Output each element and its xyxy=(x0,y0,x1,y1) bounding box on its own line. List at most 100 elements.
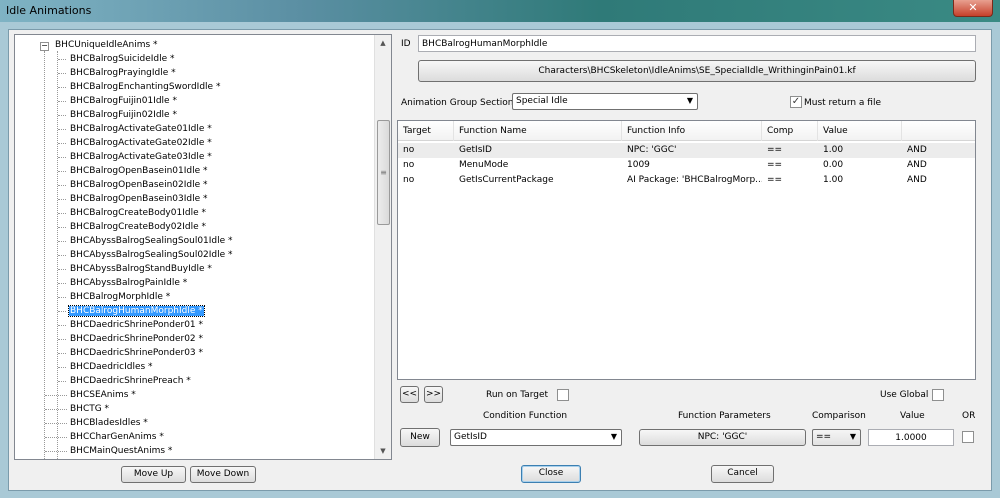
table-row[interactable]: no MenuMode 1009 == 0.00 AND xyxy=(398,158,975,173)
tree-item[interactable]: BHCDaedricIdles * xyxy=(69,361,154,374)
run-on-target-checkbox[interactable] xyxy=(557,389,569,401)
tree-connector xyxy=(58,171,66,172)
tree-item[interactable]: BHCAbyssBalrogSealingSoul01Idle * xyxy=(69,235,234,248)
table-cell: no xyxy=(403,145,415,155)
tree-item-label: BHCUniqueIdleAnims * xyxy=(55,40,158,50)
previous-condition-button[interactable]: << xyxy=(400,386,419,403)
comparison-label: Comparison xyxy=(812,411,866,421)
tree-item[interactable]: BHCTG * xyxy=(69,403,110,416)
must-return-checkbox[interactable]: ✓ xyxy=(790,96,802,108)
tree-item[interactable]: BHCCharGenAnims * xyxy=(69,431,165,444)
value-field[interactable]: 1.0000 xyxy=(868,429,954,446)
tree-item[interactable]: BHCDaedricShrinePreach * xyxy=(69,375,192,388)
next-condition-button[interactable]: >> xyxy=(424,386,443,403)
tree-item-label: BHCDaedricIdles * xyxy=(70,362,153,372)
window-close-button[interactable]: ✕ xyxy=(953,0,993,17)
scroll-up-icon[interactable]: ▲ xyxy=(375,35,391,51)
column-header-target[interactable]: Target xyxy=(398,121,454,141)
group-section-select[interactable]: Special Idle ▼ xyxy=(512,93,698,110)
tree-connector xyxy=(45,395,67,396)
tree-item-label: BHCBalrogOpenBasein02Idle * xyxy=(70,180,208,190)
table-cell: == xyxy=(767,145,783,155)
tree-item-label: BHCAbyssBalrogSealingSoul02Idle * xyxy=(70,250,233,260)
tree-item[interactable]: BHCBalrogFuijin02Idle * xyxy=(69,109,178,122)
tree-item-label: BHCBalrogSuicideIdle * xyxy=(70,54,175,64)
use-global-checkbox[interactable] xyxy=(932,389,944,401)
close-button[interactable]: Close xyxy=(521,465,581,483)
conditions-table[interactable]: Target Function Name Function Info Comp … xyxy=(397,120,976,380)
tree-connector xyxy=(58,185,66,186)
tree-item-label: BHCMainQuestAnims * xyxy=(70,446,173,456)
tree-connector xyxy=(58,339,66,340)
tree-connector xyxy=(44,51,45,459)
column-header-comp[interactable]: Comp xyxy=(762,121,818,141)
table-cell: GetIsID xyxy=(459,145,492,155)
table-row[interactable]: no GetIsCurrentPackage AI Package: 'BHCBal… xyxy=(398,173,975,188)
tree-connector xyxy=(58,325,66,326)
tree-item[interactable]: BHCAbyssBalrogStandBuyIdle * xyxy=(69,263,213,276)
scroll-down-icon[interactable]: ▼ xyxy=(375,443,391,459)
use-global-label: Use Global xyxy=(880,390,929,400)
tree-item[interactable]: BHCBalrogMorphIdle * xyxy=(69,291,171,304)
tree-item-label: BHCBalrogMorphIdle * xyxy=(70,292,171,302)
tree-item[interactable]: BHCBalrogActivateGate02Idle * xyxy=(69,137,213,150)
tree-item[interactable]: BHCAbyssBalrogPainIdle * xyxy=(69,277,188,290)
tree-item[interactable]: BHCBalrogOpenBasein01Idle * xyxy=(69,165,209,178)
tree-item[interactable]: BHCBalrogFuijin01Idle * xyxy=(69,95,178,108)
table-cell: GetIsCurrentPackage xyxy=(459,175,554,185)
tree-item[interactable]: BHCBalrogPrayingIdle * xyxy=(69,67,177,80)
tree-item[interactable]: BHCDaedricShrinePonder02 * xyxy=(69,333,204,346)
table-cell: 1009 xyxy=(627,160,650,170)
column-header-conjunction[interactable] xyxy=(902,121,975,141)
tree-item[interactable]: BHCBalrogEnchantingSwordIdle * xyxy=(69,81,221,94)
table-row[interactable]: no GetIsID NPC: 'GGC' == 1.00 AND xyxy=(398,143,975,158)
column-header-value[interactable]: Value xyxy=(818,121,902,141)
tree-item[interactable]: BHCSEAnims * xyxy=(69,389,137,402)
tree-item[interactable]: BHCBalrogSuicideIdle * xyxy=(69,53,176,66)
condition-function-select[interactable]: GetIsID ▼ xyxy=(450,429,622,446)
tree-item[interactable]: BHCBalrogActivateGate01Idle * xyxy=(69,123,213,136)
cancel-button[interactable]: Cancel xyxy=(711,465,774,483)
tree-item-label: BHCAbyssBalrogSealingSoul01Idle * xyxy=(70,236,233,246)
tree-connector xyxy=(58,311,66,312)
tree-item[interactable]: BHCBalrogCreateBody01Idle * xyxy=(69,207,207,220)
or-checkbox[interactable] xyxy=(962,431,974,443)
tree-item-label: BHCBalrogActivateGate01Idle * xyxy=(70,124,212,134)
function-parameters-button[interactable]: NPC: 'GGC' xyxy=(639,429,806,446)
column-header-function-name[interactable]: Function Name xyxy=(454,121,622,141)
move-up-button[interactable]: Move Up xyxy=(121,466,186,483)
idle-animation-tree[interactable]: − BHCUniqueIdleAnims * BHCBalrogSuicideI… xyxy=(14,34,392,460)
conditions-header: Target Function Name Function Info Comp … xyxy=(398,121,975,141)
animation-file-button[interactable]: Characters\BHCSkeleton\IdleAnims\SE_Spec… xyxy=(418,60,976,82)
chevron-down-icon: ▼ xyxy=(686,96,693,105)
tree-item-label: BHCCharGenAnims * xyxy=(70,432,164,442)
tree-connector xyxy=(58,353,66,354)
condition-function-label: Condition Function xyxy=(483,411,568,421)
comparison-select[interactable]: == ▼ xyxy=(812,429,861,446)
tree-item[interactable]: BHCBladesIdles * xyxy=(69,417,149,430)
table-cell: AND xyxy=(907,145,927,155)
tree-item[interactable]: BHCAbyssBalrogSealingSoul02Idle * xyxy=(69,249,234,262)
table-cell: MenuMode xyxy=(459,160,509,170)
tree-item[interactable]: BHCBalrogCreateBody02Idle * xyxy=(69,221,207,234)
tree-scrollbar[interactable]: ▲ ≡ ▼ xyxy=(374,35,391,459)
tree-root-item[interactable]: BHCUniqueIdleAnims * xyxy=(54,39,159,52)
tree-item[interactable]: BHCDaedricShrinePonder01 * xyxy=(69,319,204,332)
scroll-thumb[interactable]: ≡ xyxy=(377,120,390,225)
id-field[interactable]: BHCBalrogHumanMorphIdle xyxy=(418,35,976,52)
tree-item[interactable]: BHCDaedricShrinePonder03 * xyxy=(69,347,204,360)
tree-item[interactable]: BHCBalrogOpenBasein02Idle * xyxy=(69,179,209,192)
tree-item[interactable]: BHCMainQuestAnims * xyxy=(69,445,173,458)
column-header-function-info[interactable]: Function Info xyxy=(622,121,762,141)
tree-connector xyxy=(58,157,66,158)
tree-connector xyxy=(45,437,67,438)
tree-item[interactable]: BHCBalrogHumanMorphIdle * xyxy=(68,305,205,318)
tree-item[interactable]: BHCBalrogOpenBasein03Idle * xyxy=(69,193,209,206)
tree-item[interactable]: BHCBalrogActivateGate03Idle * xyxy=(69,151,213,164)
move-down-button[interactable]: Move Down xyxy=(190,466,256,483)
must-return-label: Must return a file xyxy=(804,98,882,108)
new-condition-button[interactable]: New xyxy=(400,428,440,447)
collapse-icon[interactable]: − xyxy=(40,42,49,51)
tree-item-label: BHCBalrogActivateGate02Idle * xyxy=(70,138,212,148)
tree-item-label: BHCDaedricShrinePonder01 * xyxy=(70,320,204,330)
